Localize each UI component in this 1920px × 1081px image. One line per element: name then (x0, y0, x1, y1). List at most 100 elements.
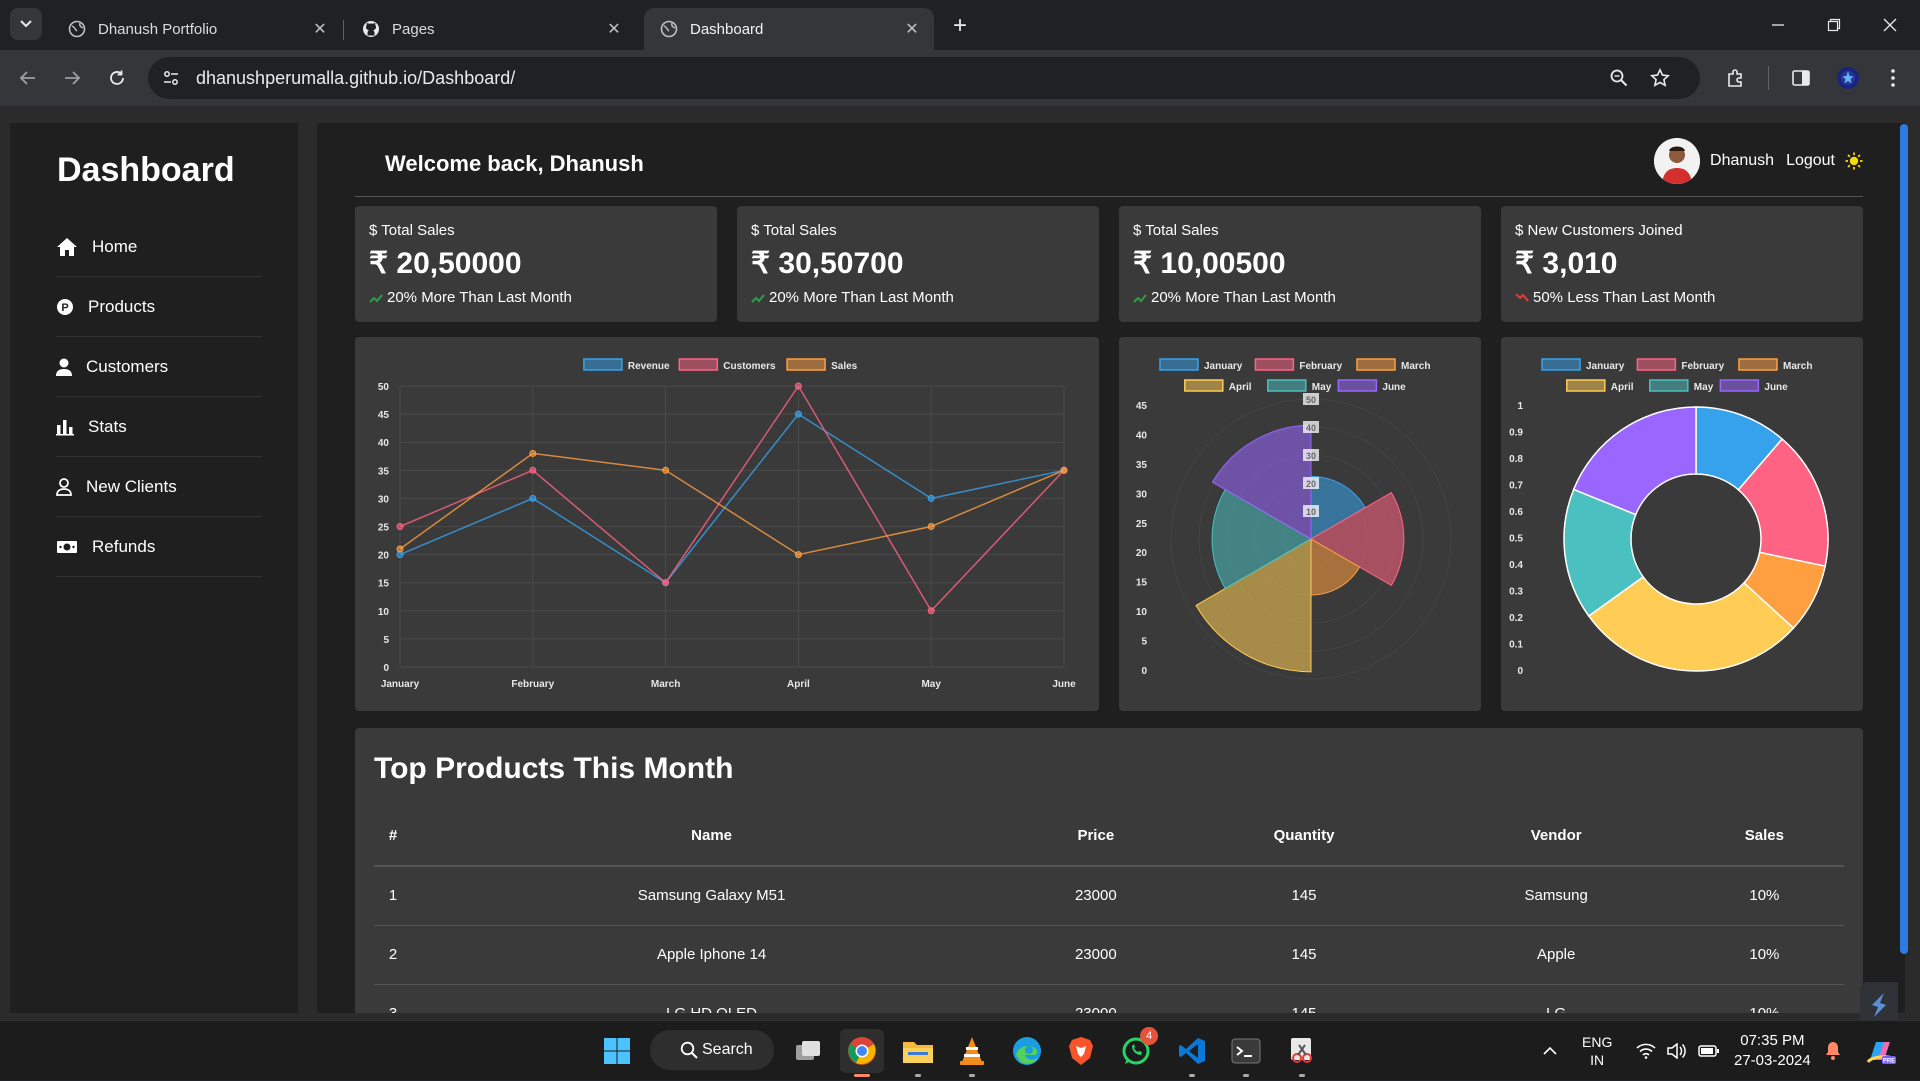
windows-taskbar: Search 4 ENG IN 07:35 PM 27-03-2024 PRE (0, 1020, 1920, 1080)
table-cell: 145 (1180, 866, 1428, 926)
stat-card: $ Total Sales ₹ 10,00500 20% More Than L… (1119, 206, 1481, 322)
copilot-button[interactable]: PRE (1864, 1021, 1896, 1081)
trend-up-icon (751, 293, 765, 303)
sidebar-item-home[interactable]: Home (56, 217, 262, 277)
side-panel-button[interactable] (1785, 62, 1817, 94)
forward-button[interactable] (56, 62, 88, 94)
address-bar[interactable]: dhanushperumalla.github.io/Dashboard/ (148, 57, 1700, 99)
sidebar-item-stats[interactable]: Stats (56, 397, 262, 457)
taskbar-vscode[interactable] (1170, 1029, 1214, 1077)
tab-pages[interactable]: Pages ✕ (346, 8, 636, 50)
taskbar-edge[interactable] (1005, 1029, 1049, 1073)
table-cell: LG HD OLED (412, 984, 1012, 1013)
y-tick-label: 20 (1136, 548, 1148, 559)
r-tick-label: 10 (1306, 507, 1316, 517)
legend-swatch (583, 358, 623, 371)
globe-icon (660, 20, 678, 38)
quick-settings[interactable] (1636, 1021, 1720, 1081)
sidebar-item-customers[interactable]: Customers (56, 337, 262, 397)
theme-toggle-sun-icon[interactable] (1845, 152, 1863, 170)
extensions-button[interactable] (1720, 62, 1752, 94)
taskbar-file-explorer[interactable] (896, 1029, 940, 1077)
legend-label: June (1382, 382, 1406, 393)
table-cell: 23000 (1011, 866, 1181, 926)
taskbar-chrome[interactable] (840, 1029, 884, 1077)
new-tab-button[interactable]: + (946, 12, 974, 40)
back-button[interactable] (12, 62, 44, 94)
notifications-button[interactable] (1824, 1021, 1842, 1081)
zoom-icon[interactable] (1610, 69, 1628, 87)
stat-card-delta: 50% Less Than Last Month (1515, 289, 1715, 306)
close-tab-icon[interactable]: ✕ (902, 19, 922, 39)
tab-search-button[interactable] (10, 8, 42, 40)
column-header: # (374, 806, 412, 867)
tab-title: Pages (392, 20, 435, 38)
y-tick-label: 5 (383, 635, 389, 646)
taskbar-brave[interactable] (1059, 1029, 1103, 1073)
legend-swatch (678, 358, 719, 371)
column-header: Vendor (1427, 806, 1685, 867)
sidebar-item-new-clients[interactable]: New Clients (56, 457, 262, 517)
table-cell: 1 (374, 866, 412, 926)
legend-swatch (1337, 379, 1378, 392)
show-hidden-icons-button[interactable] (1542, 1021, 1558, 1081)
vscode-icon (1179, 1038, 1205, 1064)
legend-label: February (1681, 361, 1724, 372)
taskbar-vlc[interactable] (950, 1029, 994, 1077)
tab-dashboard[interactable]: Dashboard ✕ (644, 8, 934, 50)
close-window-button[interactable] (1862, 0, 1918, 50)
bell-icon (1826, 1042, 1840, 1060)
avatar[interactable] (1654, 138, 1701, 184)
legend-swatch (1649, 379, 1689, 392)
y-tick-label: 0.8 (1509, 454, 1523, 465)
start-button[interactable] (595, 1029, 639, 1073)
sidebar-item-refunds[interactable]: Refunds (56, 517, 262, 577)
legend-swatch (1267, 379, 1307, 392)
tab-dhanush-portfolio[interactable]: Dhanush Portfolio ✕ (52, 8, 342, 50)
r-tick-label: 40 (1306, 423, 1316, 433)
close-tab-icon[interactable]: ✕ (310, 19, 330, 39)
restore-button[interactable] (1806, 0, 1862, 50)
taskbar-clock[interactable]: 07:35 PM 27-03-2024 (1734, 1031, 1811, 1071)
browser-menu-button[interactable] (1877, 62, 1909, 94)
sidebar-item-label: Home (92, 236, 138, 256)
close-tab-icon[interactable]: ✕ (604, 19, 624, 39)
y-tick-label: 40 (378, 438, 390, 449)
sidebar-item-label: New Clients (86, 476, 177, 496)
chevron-down-icon (20, 20, 32, 28)
table-cell: 10% (1684, 984, 1844, 1013)
reload-icon (110, 70, 124, 85)
legend-swatch (1159, 358, 1199, 371)
copilot-icon: PRE (1866, 1042, 1896, 1065)
logout-link[interactable]: Logout (1786, 152, 1835, 170)
bookmark-star-icon[interactable] (1650, 68, 1670, 88)
url-host: dhanushperumalla.github.io (196, 68, 418, 88)
top-products-table: # Name Price Quantity Vendor Sales 1 Sam… (374, 806, 1844, 1013)
task-view-button[interactable] (786, 1029, 830, 1073)
sidebar-item-label: Refunds (92, 536, 156, 556)
sidebar-item-products[interactable]: P Products (56, 277, 262, 337)
url-text: dhanushperumalla.github.io/Dashboard/ (196, 68, 515, 89)
active-app-indicator (854, 1074, 870, 1077)
welcome-heading: Welcome back, Dhanush (385, 151, 644, 176)
stat-card-label: $ Total Sales (369, 222, 455, 239)
user-icon (56, 358, 72, 376)
taskbar-whatsapp[interactable]: 4 (1114, 1027, 1158, 1073)
data-point (396, 523, 404, 530)
r-tick-label: 30 (1306, 451, 1316, 461)
taskbar-search[interactable]: Search (650, 1030, 774, 1070)
site-settings-icon[interactable] (162, 69, 180, 87)
stat-card-value: ₹ 20,50000 (369, 247, 522, 280)
page-scrollbar[interactable] (1900, 124, 1908, 954)
y-tick-label: 0.9 (1509, 428, 1523, 439)
language-indicator[interactable]: ENG IN (1582, 1033, 1612, 1069)
sidebar-title: Dashboard (57, 151, 235, 189)
svg-text:PRE: PRE (1883, 1059, 1895, 1065)
minimize-button[interactable] (1750, 0, 1806, 50)
profile-button[interactable] (1832, 62, 1864, 94)
taskbar-terminal[interactable] (1224, 1029, 1268, 1077)
taskbar-snipping-tool[interactable] (1280, 1029, 1324, 1077)
reload-button[interactable] (101, 62, 133, 94)
language-code: ENG (1582, 1034, 1613, 1050)
y-tick-label: 25 (378, 523, 390, 534)
